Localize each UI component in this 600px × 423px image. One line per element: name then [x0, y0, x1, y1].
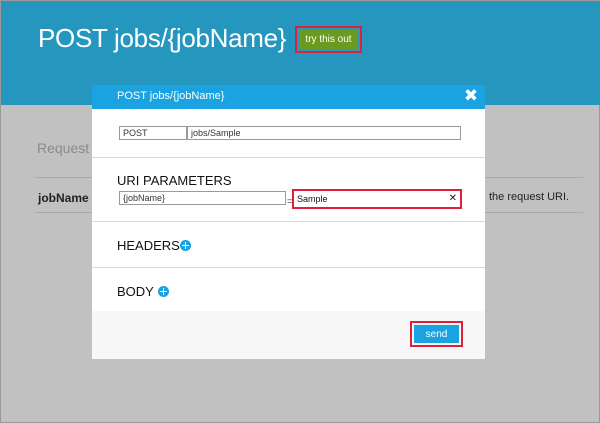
divider	[92, 267, 485, 268]
parameter-name: jobName	[38, 191, 89, 205]
request-url-field[interactable]	[187, 126, 461, 140]
divider	[92, 157, 485, 158]
send-button-highlight: send	[410, 321, 463, 347]
clear-icon[interactable]: ✕	[449, 192, 457, 206]
try-button-highlight: try this out	[295, 26, 362, 53]
add-body-icon[interactable]	[158, 286, 169, 297]
method-field[interactable]	[119, 126, 187, 140]
send-button[interactable]: send	[414, 325, 459, 343]
page-title: POST jobs/{jobName}	[38, 23, 287, 53]
dialog-header: POST jobs/{jobName} ✖	[92, 85, 485, 109]
dialog-title: POST jobs/{jobName}	[117, 90, 225, 102]
request-section-label: Request	[37, 140, 90, 156]
headers-heading: HEADERS	[117, 238, 180, 253]
uri-parameter-name-field[interactable]	[119, 191, 286, 205]
add-header-icon[interactable]	[180, 240, 191, 251]
divider	[92, 221, 485, 222]
uri-parameter-value-highlight: ✕	[292, 189, 462, 209]
parameter-description: the request URI.	[489, 191, 570, 203]
uri-parameter-value-field[interactable]	[295, 192, 449, 206]
uri-parameters-heading: URI PARAMETERS	[117, 173, 232, 188]
try-this-out-button[interactable]: try this out	[299, 30, 358, 49]
try-it-dialog: POST jobs/{jobName} ✖ URI PARAMETERS = ✕…	[92, 85, 485, 359]
close-icon[interactable]: ✖	[463, 87, 479, 105]
body-heading: BODY	[117, 284, 154, 299]
